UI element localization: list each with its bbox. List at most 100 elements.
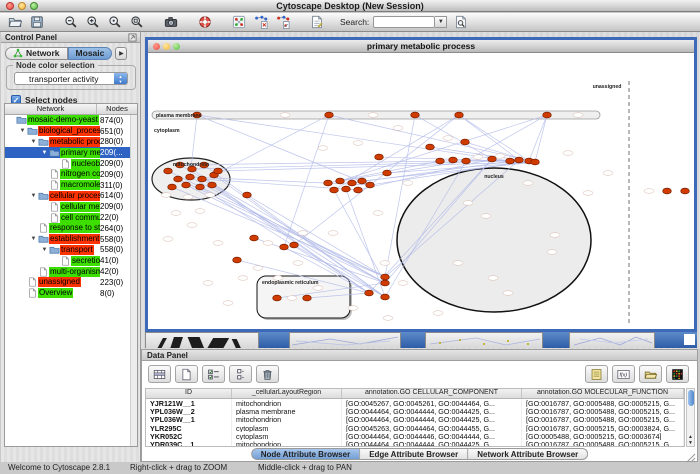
zoom-out-button[interactable] [62, 15, 80, 30]
search-dropdown-button[interactable]: ▼ [435, 16, 447, 28]
help-button[interactable] [196, 15, 214, 30]
disclosure-triangle-icon[interactable]: ▼ [18, 128, 27, 134]
background-window-thumbnail[interactable] [289, 332, 401, 348]
annotation-button[interactable] [308, 15, 326, 30]
main-toolbar-buttons [6, 15, 330, 30]
node-label-pill [503, 291, 513, 296]
tree-row-label: cellular metabo [60, 202, 100, 212]
tab-network[interactable]: Network [5, 47, 68, 60]
advanced-search-button[interactable] [452, 15, 470, 30]
import-attributes-button[interactable] [639, 365, 662, 383]
folder-icon [16, 115, 27, 125]
scrollbar-arrows-icon[interactable]: ▲▼ [687, 434, 694, 446]
table-cell: [GO:0016787, GO:0005215, GO:0003824, G..… [522, 424, 684, 432]
network-node [164, 168, 173, 174]
table-row[interactable]: YDR039C__1mitochondrion[GO:0044464, GO:0… [146, 440, 684, 447]
main-titlebar: Cytoscape Desktop (New Session) [0, 0, 700, 12]
column-header-network[interactable]: Network [5, 104, 97, 114]
scrollbar-thumb[interactable] [688, 390, 694, 406]
open-button[interactable] [6, 15, 24, 30]
tree-row[interactable]: cell communicat22(0) [5, 212, 137, 223]
tree-row[interactable]: mosaic-demo-yeast874(0) [5, 115, 137, 126]
layout-button-1[interactable] [252, 15, 270, 30]
network-node [354, 187, 363, 193]
attribute-list-button[interactable] [229, 365, 252, 383]
tree-row[interactable]: cellular metabo209(0) [5, 201, 137, 212]
tree-row[interactable]: macromolecule311(0) [5, 180, 137, 191]
disclosure-triangle-icon[interactable]: ▼ [29, 139, 38, 145]
new-attribute-button[interactable] [175, 365, 198, 383]
table-scrollbar[interactable]: ▲▼ [686, 388, 695, 447]
create-network-button[interactable] [230, 15, 248, 30]
file-icon [27, 288, 38, 298]
tree-row[interactable]: ▼establishment of lo558(0) [5, 234, 137, 245]
tree-scrollbar[interactable] [130, 115, 137, 446]
tree-row[interactable]: ▼transport558(0) [5, 245, 137, 256]
select-attributes-button[interactable] [202, 365, 225, 383]
function-builder-button[interactable]: f(x) [612, 365, 635, 383]
tree-row[interactable]: response to stimulu264(0) [5, 223, 137, 234]
table-row[interactable]: YKR052Ccytoplasm[GO:0044464, GO:0044446,… [146, 432, 684, 440]
table-row[interactable]: YLR295Ccytoplasm[GO:0045263, GO:0044464,… [146, 424, 684, 432]
tree-row[interactable]: Overview8(0) [5, 288, 137, 299]
column-header[interactable]: ID [146, 389, 232, 398]
tree-row[interactable]: secretion41(0) [5, 255, 137, 266]
heatmap-button[interactable] [666, 365, 689, 383]
column-header-nodes[interactable]: Nodes [97, 104, 137, 114]
network-window-titlebar[interactable]: primary metabolic process [148, 40, 694, 53]
notes-button[interactable] [585, 365, 608, 383]
background-window-edge[interactable] [401, 332, 425, 348]
table-row[interactable]: YPL036W__2plasma membrane[GO:0044464, GO… [146, 407, 684, 415]
table-cell: YJR121W__1 [146, 399, 232, 407]
zoom-selected-button[interactable] [106, 15, 124, 30]
table-row[interactable]: YPL036W__1mitochondrion[GO:0044464, GO:0… [146, 415, 684, 423]
resize-grip-icon[interactable] [684, 334, 695, 345]
zoom-in-button[interactable] [84, 15, 102, 30]
network-node [515, 157, 524, 163]
background-window-edge[interactable] [259, 332, 289, 348]
tabs-overflow-button[interactable]: ▶ [115, 47, 127, 60]
tree-row[interactable]: unassigned223(0) [5, 277, 137, 288]
background-window-thumbnail[interactable] [145, 332, 259, 348]
node-color-select[interactable]: transporter activity ▲▼ [14, 72, 128, 85]
tab-node-attribute-browser[interactable]: Node Attribute Browser [251, 448, 361, 460]
tree-row[interactable]: nitrogen compo209(0) [5, 169, 137, 180]
background-window-edge[interactable] [543, 332, 569, 348]
layout-button-2[interactable] [274, 15, 292, 30]
tree-row[interactable]: ▼metabolic process280(0) [5, 137, 137, 148]
network-canvas[interactable]: plasma membranecytoplasmmitochondrionnuc… [148, 53, 694, 329]
tree-row[interactable]: ▼biological_process651(0) [5, 126, 137, 137]
data-panel-grip-icon[interactable] [686, 450, 696, 460]
snapshot-button[interactable] [162, 15, 180, 30]
node-label-pill [563, 151, 573, 156]
tab-edge-attribute-browser[interactable]: Edge Attribute Browser [360, 448, 468, 460]
tree-row[interactable]: ▼primary metabo209(... [5, 147, 137, 158]
background-window-thumbnail[interactable] [569, 332, 655, 348]
column-header[interactable]: _cellularLayoutRegion [232, 389, 342, 398]
network-tab-icon [13, 48, 23, 58]
zoom-fit-button[interactable] [128, 15, 146, 30]
node-label-pill [433, 311, 443, 316]
disclosure-triangle-icon[interactable]: ▼ [29, 236, 38, 242]
background-window-thumbnail[interactable] [425, 332, 543, 348]
network-window-bottom-edge[interactable] [655, 332, 697, 348]
tree-row-label: nitrogen compo [60, 169, 100, 179]
tab-mosaic[interactable]: Mosaic [68, 47, 113, 60]
tree-row[interactable]: nucleobase-209(0) [5, 158, 137, 169]
disclosure-triangle-icon[interactable]: ▼ [40, 247, 49, 253]
column-header[interactable]: annotation.GO CELLULAR_COMPONENT [342, 389, 522, 398]
disclosure-triangle-icon[interactable]: ▼ [40, 150, 49, 156]
tree-row[interactable]: ▼cellular process614(0) [5, 191, 137, 202]
disclosure-triangle-icon[interactable]: ▼ [29, 193, 38, 199]
delete-attribute-button[interactable] [256, 365, 279, 383]
column-header[interactable]: annotation.GO MOLECULAR_FUNCTION [522, 389, 684, 398]
search-input[interactable] [373, 16, 435, 28]
attribute-matrix-button[interactable] [148, 365, 171, 383]
file-icon [49, 169, 60, 179]
float-panel-icon[interactable] [128, 33, 137, 42]
tab-network-attribute-browser[interactable]: Network Attribute Browser [468, 448, 588, 460]
tree-row[interactable]: multi-organism pro42(0) [5, 266, 137, 277]
save-button[interactable] [28, 15, 46, 30]
table-row[interactable]: YJR121W__1mitochondrion[GO:0045267, GO:0… [146, 399, 684, 407]
network-node [174, 176, 183, 182]
